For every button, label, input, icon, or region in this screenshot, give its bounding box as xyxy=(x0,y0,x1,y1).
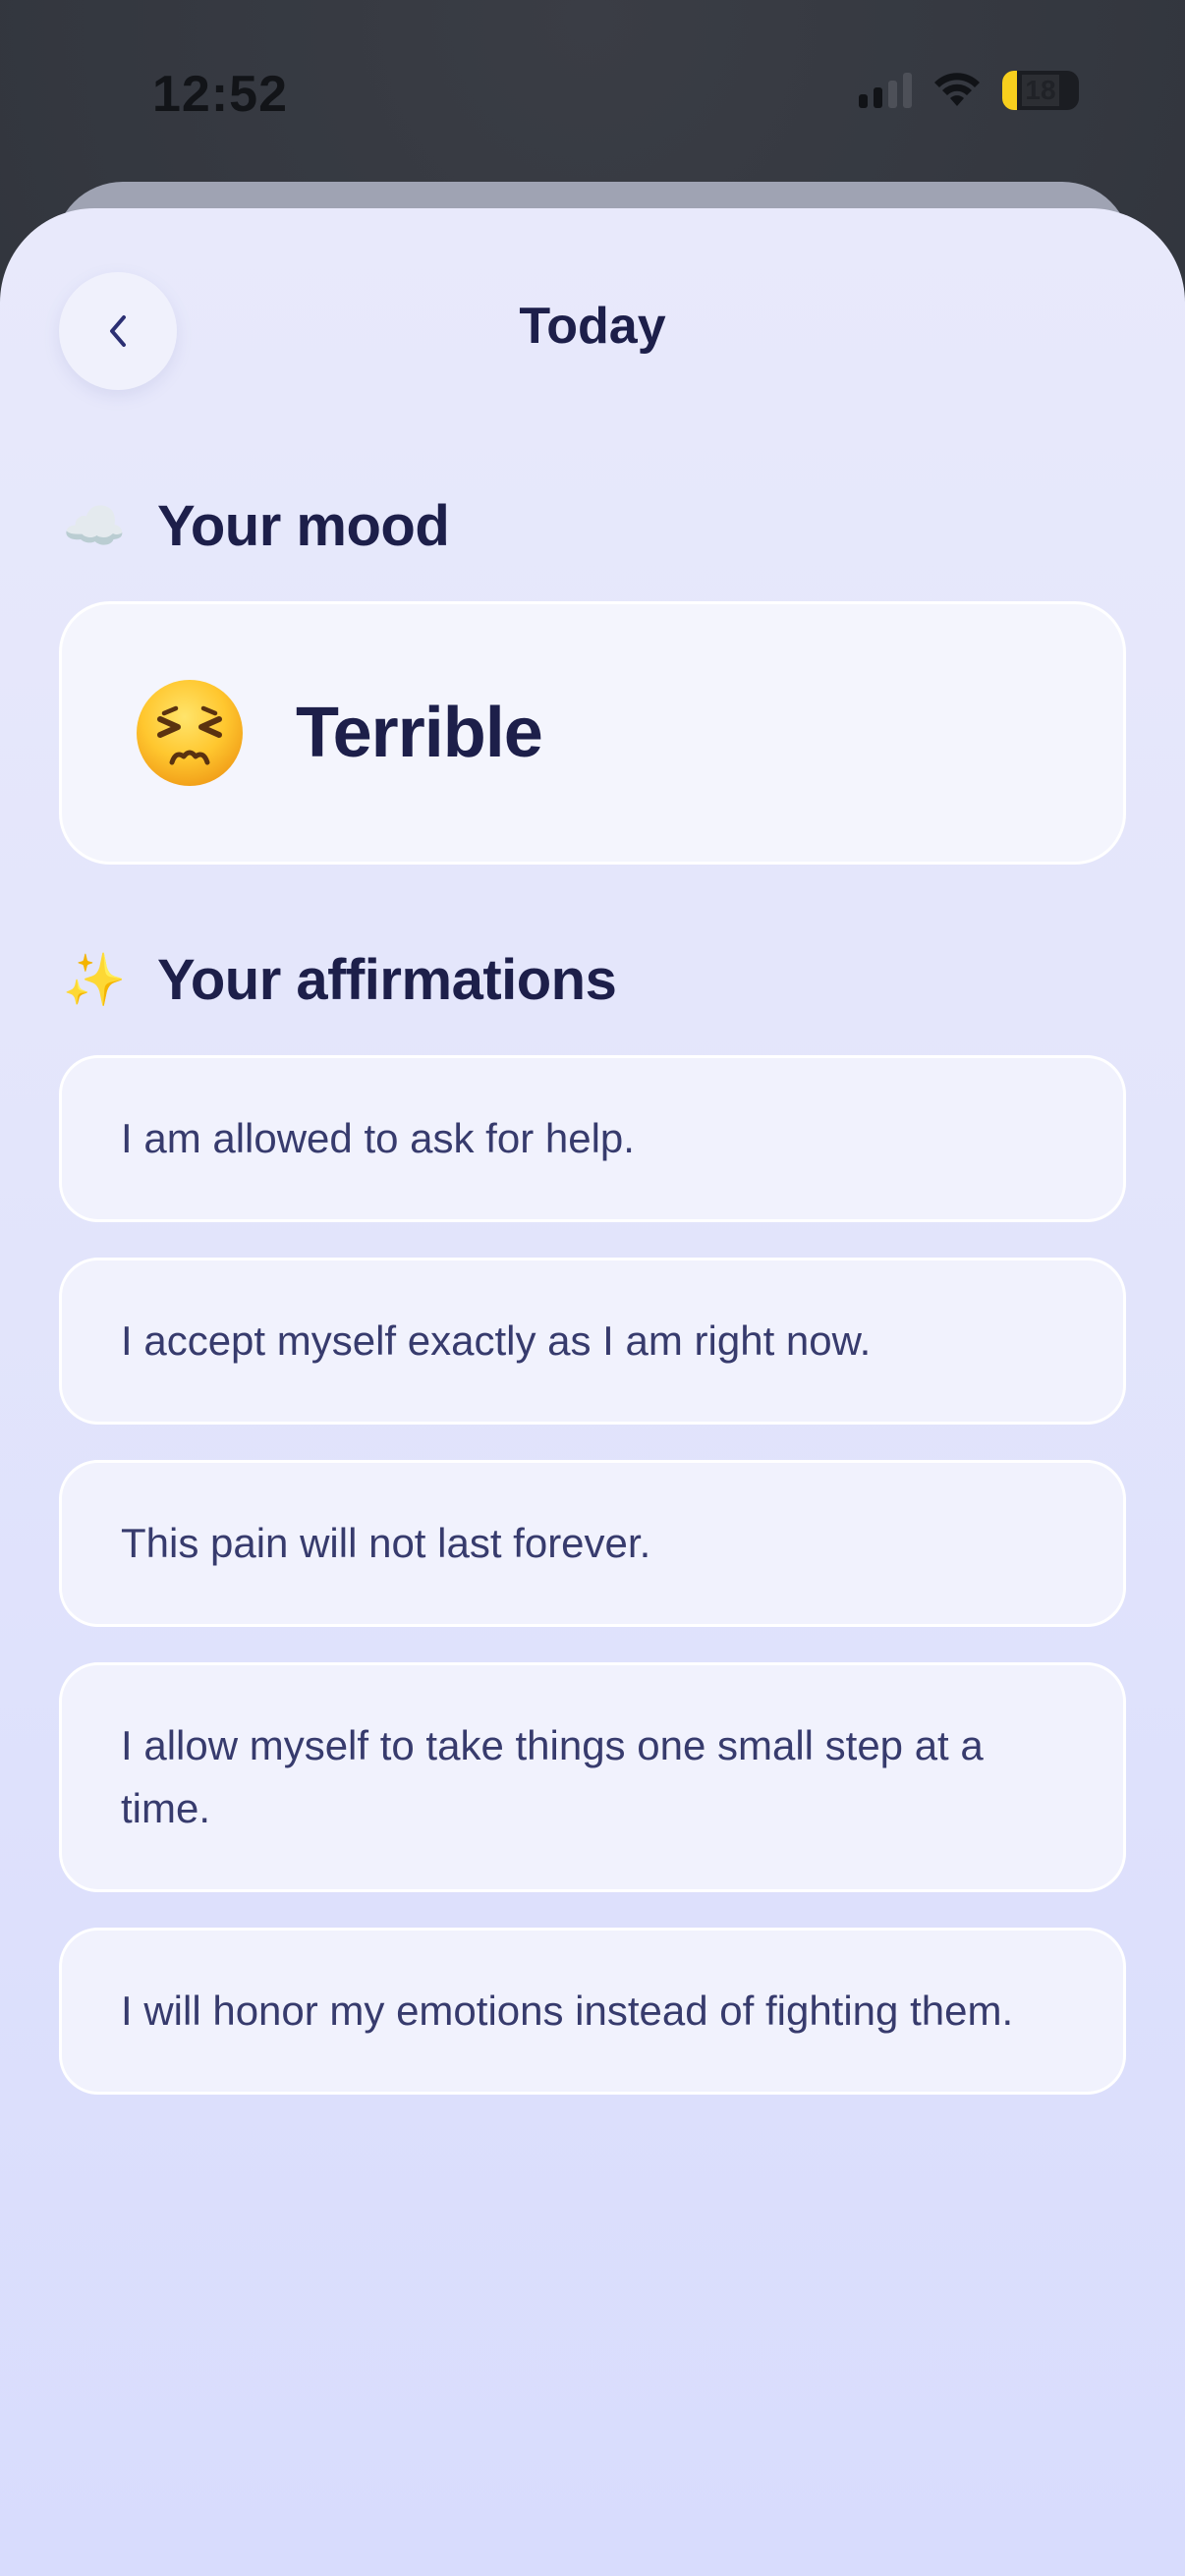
affirmation-card[interactable]: I am allowed to ask for help. xyxy=(59,1055,1126,1222)
today-sheet: Today ☁️ Your mood Terrible ✨ Your affir… xyxy=(0,208,1185,2576)
wifi-icon xyxy=(933,73,981,108)
battery-level: 18 xyxy=(1022,75,1059,106)
cloud-icon: ☁️ xyxy=(62,497,127,555)
battery-icon: 18 xyxy=(1002,71,1079,110)
affirmation-card[interactable]: I allow myself to take things one small … xyxy=(59,1662,1126,1892)
affirmations-list: I am allowed to ask for help. I accept m… xyxy=(59,1055,1126,2130)
cellular-signal-icon xyxy=(859,73,912,108)
persevering-face-icon xyxy=(137,680,243,786)
affirmations-section-header: ✨ Your affirmations xyxy=(61,947,617,1013)
affirmation-card[interactable]: This pain will not last forever. xyxy=(59,1460,1126,1627)
mood-card[interactable]: Terrible xyxy=(59,601,1126,865)
status-bar: 12:52 18 xyxy=(0,0,1185,187)
status-icons: 18 xyxy=(859,71,1079,110)
affirmation-card[interactable]: I accept myself exactly as I am right no… xyxy=(59,1258,1126,1425)
mood-section-header: ☁️ Your mood xyxy=(61,493,450,559)
affirmation-card[interactable]: I will honor my emotions instead of figh… xyxy=(59,1928,1126,2095)
affirmations-section-title: Your affirmations xyxy=(157,948,617,1012)
status-time: 12:52 xyxy=(152,66,288,123)
page-title: Today xyxy=(519,298,666,355)
mood-section-title: Your mood xyxy=(157,494,450,558)
mood-label: Terrible xyxy=(296,694,543,772)
sparkles-icon: ✨ xyxy=(62,951,127,1009)
